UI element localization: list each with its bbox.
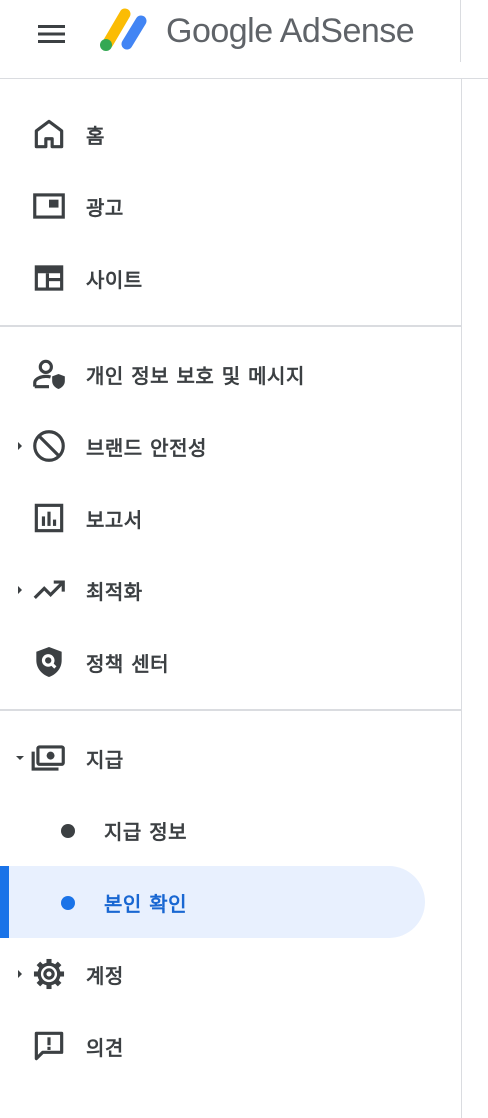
nav-item-label: 사이트 [86, 268, 143, 292]
nav-subitem-verification[interactable]: 본인 확인 [0, 866, 461, 938]
active-indicator [0, 866, 9, 938]
nav-item-label: 지급 정보 [104, 820, 188, 844]
nav-divider [0, 709, 461, 711]
payments-icon [30, 739, 68, 777]
nav-item-label: 홈 [86, 124, 105, 148]
brand-title[interactable]: Google AdSense [166, 12, 415, 51]
nav-item-label: 지급 [86, 748, 124, 772]
app-header: Google AdSense [0, 0, 488, 79]
nav-item-label: 최적화 [86, 580, 143, 604]
nav-item-ads[interactable]: 광고 [0, 170, 461, 242]
nav-item-label: 보고서 [86, 508, 143, 532]
caret-right-icon[interactable] [14, 438, 26, 454]
policy-shield-icon [30, 643, 68, 681]
side-navigation: 홈 광고 사이트 개인 정보 보호 및 메시지 브랜드 안전성 보고서 최적화 … [0, 79, 462, 1118]
header-divider [460, 0, 461, 62]
nav-item-label: 개인 정보 보호 및 메시지 [86, 364, 305, 388]
nav-item-label: 브랜드 안전성 [86, 436, 207, 460]
home-icon [30, 115, 68, 153]
nav-divider [0, 325, 461, 327]
nav-item-home[interactable]: 홈 [0, 98, 461, 170]
adsense-logo-icon[interactable] [97, 6, 149, 52]
settings-gear-icon [30, 955, 68, 993]
nav-item-privacy[interactable]: 개인 정보 보호 및 메시지 [0, 338, 461, 410]
nav-item-sites[interactable]: 사이트 [0, 242, 461, 314]
caret-right-icon[interactable] [14, 966, 26, 982]
hamburger-menu-icon[interactable] [30, 14, 74, 54]
nav-item-label: 본인 확인 [104, 892, 188, 916]
nav-item-label: 의견 [86, 1036, 124, 1060]
nav-item-optimization[interactable]: 최적화 [0, 554, 461, 626]
trending-up-icon [30, 571, 68, 609]
nav-item-payments[interactable]: 지급 [0, 722, 461, 794]
feedback-icon [30, 1027, 68, 1065]
caret-right-icon[interactable] [14, 582, 26, 598]
bar-chart-icon [30, 499, 68, 537]
bullet-dot-icon [61, 824, 75, 838]
nav-item-label: 광고 [86, 196, 124, 220]
nav-item-account[interactable]: 계정 [0, 938, 461, 1010]
nav-subitem-payment-info[interactable]: 지급 정보 [0, 794, 461, 866]
nav-item-brand-safety[interactable]: 브랜드 안전성 [0, 410, 461, 482]
nav-item-label: 계정 [86, 964, 124, 988]
nav-item-reports[interactable]: 보고서 [0, 482, 461, 554]
bullet-dot-icon [61, 896, 75, 910]
block-icon [30, 427, 68, 465]
nav-item-feedback[interactable]: 의견 [0, 1010, 461, 1082]
nav-item-policy[interactable]: 정책 센터 [0, 626, 461, 698]
ads-icon [30, 187, 68, 225]
privacy-shield-user-icon [30, 355, 68, 393]
web-icon [30, 259, 68, 297]
nav-item-label: 정책 센터 [86, 652, 170, 676]
caret-down-icon[interactable] [14, 750, 26, 766]
